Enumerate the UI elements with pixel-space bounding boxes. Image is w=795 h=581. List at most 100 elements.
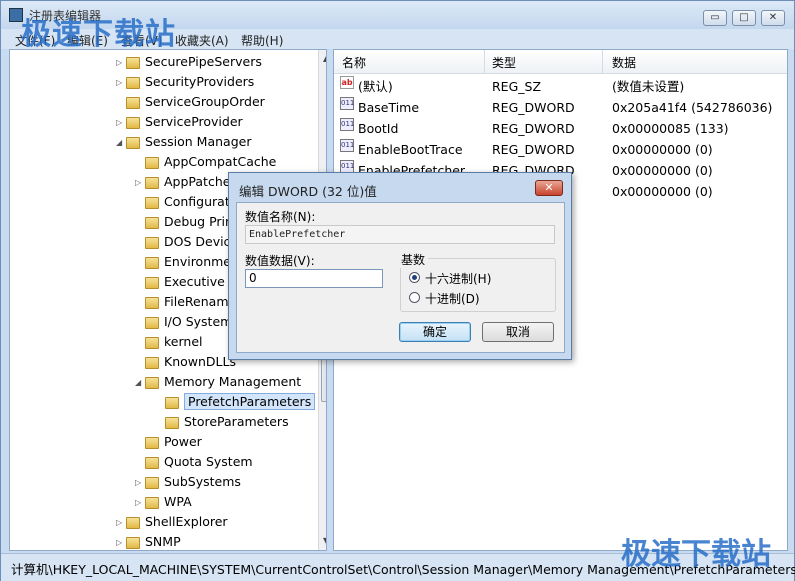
tree-item[interactable]: StoreParameters (155, 412, 289, 432)
expand-toggle-icon[interactable]: ▷ (135, 173, 145, 193)
expand-toggle-icon[interactable]: ◢ (116, 133, 126, 153)
tree-item[interactable]: PrefetchParameters (155, 392, 316, 412)
scroll-up-icon[interactable]: ▲ (323, 54, 326, 63)
dialog-title: 编辑 DWORD (32 位)值 (239, 184, 377, 199)
tree-item-label: StoreParameters (184, 414, 289, 429)
value-name: EnableBootTrace (358, 142, 463, 157)
folder-icon (145, 276, 159, 289)
tree-item[interactable]: kernel (135, 332, 203, 352)
scroll-thumb[interactable] (321, 358, 326, 402)
minimize-button[interactable]: ▭ (703, 10, 727, 26)
folder-icon (145, 196, 159, 209)
close-button[interactable]: ✕ (761, 10, 785, 26)
ok-button[interactable]: 确定 (399, 322, 471, 342)
tree-item[interactable]: Power (135, 432, 202, 452)
expand-toggle-icon[interactable]: ▷ (135, 493, 145, 513)
dec-radio[interactable] (409, 292, 420, 303)
hex-radio[interactable] (409, 272, 420, 283)
maximize-button[interactable]: □ (732, 10, 756, 26)
expand-toggle-icon[interactable]: ▷ (116, 113, 126, 133)
tree-item-label: ServiceGroupOrder (145, 94, 265, 109)
tree-item[interactable]: ▷ AppPatches (135, 172, 237, 192)
scroll-down-icon[interactable]: ▼ (323, 536, 326, 545)
tree-item-label: kernel (164, 334, 203, 349)
menu-help[interactable]: 帮助(H) (241, 32, 283, 49)
dialog-close-button[interactable]: ✕ (535, 180, 563, 196)
value-data: 0x00000085 (133) (612, 121, 729, 136)
value-row[interactable]: 011 BootId REG_DWORD 0x00000085 (133) (334, 118, 787, 139)
folder-icon (126, 96, 140, 109)
folder-icon (126, 76, 140, 89)
tree-item-label: Memory Management (164, 374, 302, 389)
value-type: REG_SZ (492, 79, 542, 94)
tree-item[interactable]: AppCompatCache (135, 152, 276, 172)
tree-item[interactable]: KnownDLLs (135, 352, 236, 372)
tree-item-label: KnownDLLs (164, 354, 236, 369)
tree-item[interactable]: ▷ WPA (135, 492, 192, 512)
expand-toggle-icon[interactable]: ▷ (116, 53, 126, 73)
value-row[interactable]: 011 EnableBootTrace REG_DWORD 0x00000000 (0… (334, 139, 787, 160)
cancel-button[interactable]: 取消 (482, 322, 554, 342)
expand-toggle-icon[interactable]: ▷ (135, 473, 145, 493)
folder-icon (126, 136, 140, 149)
tree-item[interactable]: ◢ Session Manager (116, 132, 251, 152)
folder-icon (145, 496, 159, 509)
tree-item[interactable]: ◢ Memory Management (135, 372, 301, 392)
value-type: REG_DWORD (492, 142, 575, 157)
tree-item-label: Executive (164, 274, 225, 289)
tree-item-label: SubSystems (164, 474, 241, 489)
tree-item[interactable]: ▷ ShellExplorer (116, 512, 228, 532)
value-data: (数值未设置) (612, 79, 685, 94)
tree-item-label: PrefetchParameters (184, 393, 316, 410)
folder-icon (145, 296, 159, 309)
expand-toggle-icon[interactable]: ▷ (116, 73, 126, 93)
value-data-label: 数值数据(V): (245, 254, 315, 268)
tree-item[interactable]: ▷ SNMP (116, 532, 181, 551)
tree-item[interactable]: ▷ SecurityProviders (116, 72, 254, 92)
tree-item[interactable]: ▷ SecurePipeServers (116, 52, 262, 72)
folder-icon (165, 396, 179, 409)
menu-favorites[interactable]: 收藏夹(A) (175, 32, 229, 49)
dec-label[interactable]: 十进制(D) (425, 290, 480, 307)
list-header: 名称 类型 数据 (334, 50, 787, 74)
watermark-logo: 极速下载站 (21, 17, 176, 52)
column-data[interactable]: 数据 (612, 54, 636, 71)
tree-item[interactable]: I/O System (135, 312, 232, 332)
expand-toggle-icon[interactable]: ▷ (116, 513, 126, 533)
folder-icon (145, 236, 159, 249)
value-name-field: EnablePrefetcher (245, 225, 555, 244)
folder-icon (126, 56, 140, 69)
value-row[interactable]: 011 BaseTime REG_DWORD 0x205a41f4 (54278603… (334, 97, 787, 118)
tree-item[interactable]: Executive (135, 272, 225, 292)
folder-icon (145, 216, 159, 229)
value-data-input[interactable]: 0 (245, 269, 383, 288)
column-type[interactable]: 类型 (492, 54, 516, 71)
folder-icon (145, 336, 159, 349)
tree-item-label: AppCompatCache (164, 154, 277, 169)
tree-item-label: AppPatches (164, 174, 237, 189)
value-row[interactable]: ab (默认) REG_SZ (数值未设置) (334, 76, 787, 97)
tree-item[interactable]: ServiceGroupOrder (116, 92, 265, 112)
folder-icon (145, 156, 159, 169)
folder-icon (126, 536, 140, 549)
value-data: 0x00000000 (0) (612, 163, 713, 178)
column-name[interactable]: 名称 (342, 54, 366, 71)
tree-item[interactable]: ▷ SubSystems (135, 472, 241, 492)
tree-item-label: I/O System (164, 314, 233, 329)
folder-icon (165, 416, 179, 429)
tree-item-label: ServiceProvider (145, 114, 243, 129)
folder-icon (145, 436, 159, 449)
tree-item[interactable]: ▷ ServiceProvider (116, 112, 243, 132)
expand-toggle-icon[interactable]: ▷ (116, 533, 126, 551)
watermark-logo-bottom: 极速下载站 (621, 537, 771, 572)
folder-icon (126, 116, 140, 129)
folder-icon (126, 516, 140, 529)
tree-item-label: SNMP (145, 534, 181, 549)
expand-toggle-icon[interactable]: ◢ (135, 373, 145, 393)
value-data: 0x00000000 (0) (612, 142, 713, 157)
hex-label[interactable]: 十六进制(H) (425, 270, 491, 287)
value-name: BaseTime (358, 100, 420, 115)
folder-icon (145, 176, 159, 189)
folder-icon (145, 456, 159, 469)
tree-item[interactable]: Quota System (135, 452, 253, 472)
